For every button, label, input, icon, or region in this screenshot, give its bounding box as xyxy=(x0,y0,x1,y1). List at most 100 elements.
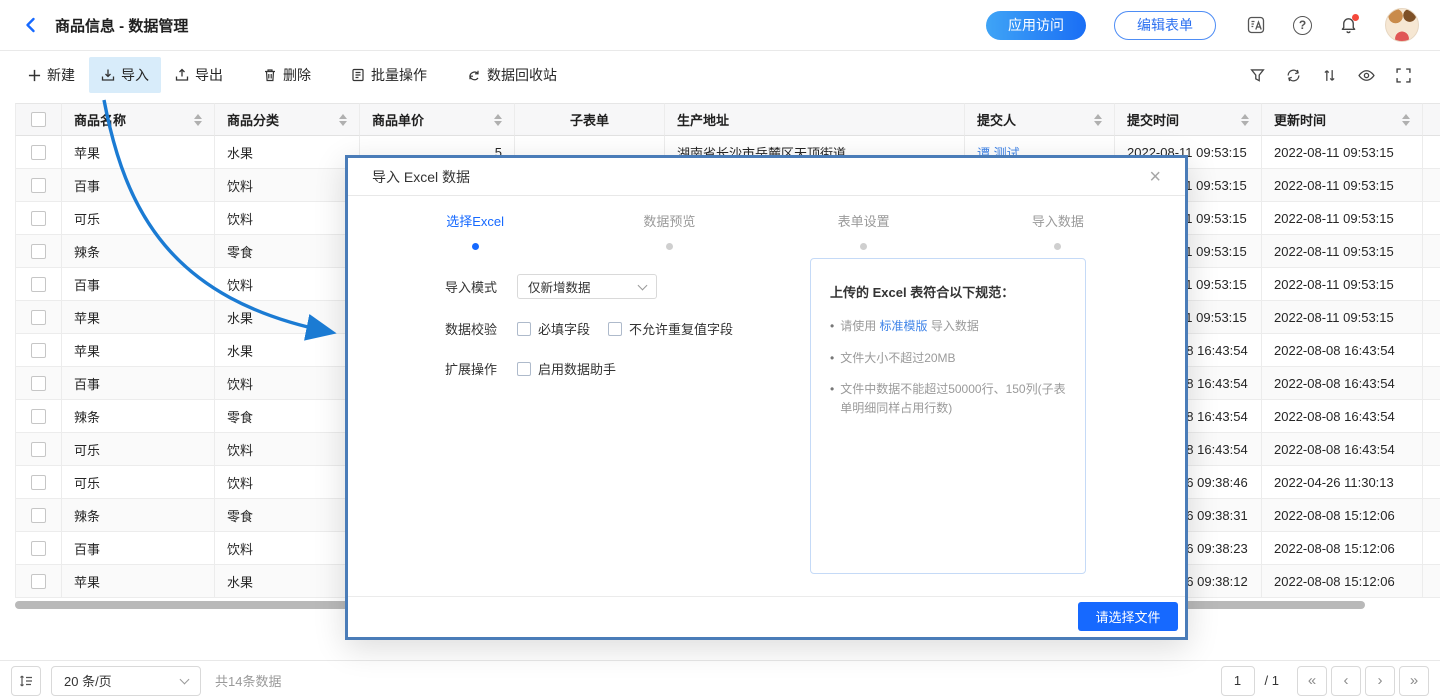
row-checkbox[interactable] xyxy=(31,277,46,292)
cell-product-category: 水果 xyxy=(215,334,360,367)
language-icon[interactable] xyxy=(1246,15,1266,35)
last-page-button[interactable]: » xyxy=(1399,666,1429,696)
cell-product-name: 可乐 xyxy=(62,202,215,235)
extension-label: 扩展操作 xyxy=(445,359,501,378)
import-button[interactable]: 导入 xyxy=(89,57,161,93)
trash-icon xyxy=(263,68,277,82)
import-steps: 选择Excel 数据预览 表单设置 导入数据 xyxy=(378,211,1155,250)
total-count: 共14条数据 xyxy=(215,671,281,690)
avatar[interactable] xyxy=(1385,8,1419,42)
header-product-category[interactable]: 商品分类 xyxy=(215,103,360,136)
recycle-icon xyxy=(467,68,481,82)
next-page-button[interactable]: › xyxy=(1365,666,1395,696)
row-checkbox[interactable] xyxy=(31,409,46,424)
row-checkbox[interactable] xyxy=(31,244,46,259)
row-select-cell xyxy=(15,499,62,532)
prev-page-button[interactable]: ‹ xyxy=(1331,666,1361,696)
cell-product-category: 饮料 xyxy=(215,433,360,466)
batch-actions-button[interactable]: 批量操作 xyxy=(339,57,439,93)
refresh-icon[interactable] xyxy=(1286,68,1301,83)
header-product-price[interactable]: 商品单价 xyxy=(360,103,515,136)
cell-product-name: 百事 xyxy=(62,169,215,202)
import-mode-select[interactable]: 仅新增数据 xyxy=(517,274,657,299)
close-icon[interactable]: × xyxy=(1149,167,1161,187)
header-submitter[interactable]: 提交人 xyxy=(965,103,1115,136)
cell-update-time: 2022-08-11 09:53:15 xyxy=(1262,301,1423,334)
filter-icon[interactable] xyxy=(1250,68,1265,83)
step-form-settings[interactable]: 表单设置 xyxy=(767,211,961,250)
row-select-cell xyxy=(15,235,62,268)
row-checkbox[interactable] xyxy=(31,541,46,556)
cell-filler xyxy=(1423,499,1440,532)
row-checkbox[interactable] xyxy=(31,343,46,358)
row-height-icon xyxy=(18,673,34,689)
app-access-button[interactable]: 应用访问 xyxy=(986,11,1086,40)
row-checkbox[interactable] xyxy=(31,211,46,226)
cell-product-name: 辣条 xyxy=(62,400,215,433)
cell-product-category: 水果 xyxy=(215,136,360,169)
cell-filler xyxy=(1423,400,1440,433)
header-production-address[interactable]: 生产地址 xyxy=(665,103,965,136)
cell-product-category: 饮料 xyxy=(215,466,360,499)
row-checkbox[interactable] xyxy=(31,145,46,160)
step-import-data[interactable]: 导入数据 xyxy=(961,211,1155,250)
select-file-button[interactable]: 请选择文件 xyxy=(1078,602,1178,631)
row-checkbox[interactable] xyxy=(31,310,46,325)
rule-row-limit: •文件中数据不能超过50000行、150列(子表单明细同样占用行数) xyxy=(830,380,1066,417)
delete-button[interactable]: 删除 xyxy=(251,57,323,93)
header-product-name[interactable]: 商品名称 xyxy=(62,103,215,136)
sort-icon[interactable] xyxy=(1088,114,1102,126)
step-select-excel[interactable]: 选择Excel xyxy=(378,211,572,250)
recycle-bin-button[interactable]: 数据回收站 xyxy=(455,57,569,93)
cell-product-category: 零食 xyxy=(215,499,360,532)
cell-filler xyxy=(1423,334,1440,367)
page-size-select[interactable]: 20 条/页 xyxy=(51,666,201,696)
cell-update-time: 2022-08-08 16:43:54 xyxy=(1262,400,1423,433)
sort-icon[interactable] xyxy=(333,114,347,126)
select-all-checkbox[interactable] xyxy=(31,112,46,127)
plus-icon xyxy=(28,69,41,82)
sort-icon[interactable] xyxy=(1396,114,1410,126)
step-data-preview[interactable]: 数据预览 xyxy=(572,211,766,250)
cell-update-time: 2022-08-08 16:43:54 xyxy=(1262,334,1423,367)
sort-icon[interactable] xyxy=(188,114,202,126)
header-update-time[interactable]: 更新时间 xyxy=(1262,103,1423,136)
row-checkbox[interactable] xyxy=(31,442,46,457)
new-button[interactable]: 新建 xyxy=(16,57,87,93)
cell-filler xyxy=(1423,466,1440,499)
row-height-settings-button[interactable] xyxy=(11,666,41,696)
cell-product-name: 可乐 xyxy=(62,433,215,466)
required-fields-checkbox[interactable] xyxy=(517,322,531,336)
cell-product-category: 零食 xyxy=(215,400,360,433)
notification-bell-icon[interactable] xyxy=(1339,16,1358,35)
cell-product-name: 苹果 xyxy=(62,334,215,367)
sort-icon[interactable] xyxy=(488,114,502,126)
help-icon[interactable]: ? xyxy=(1293,16,1312,35)
export-button[interactable]: 导出 xyxy=(163,57,235,93)
visibility-eye-icon[interactable] xyxy=(1358,69,1375,82)
sort-icon[interactable] xyxy=(1235,114,1249,126)
back-icon[interactable] xyxy=(21,15,41,35)
data-validation-label: 数据校验 xyxy=(445,319,501,338)
row-checkbox[interactable] xyxy=(31,376,46,391)
cell-product-name: 百事 xyxy=(62,532,215,565)
header-subform[interactable]: 子表单 xyxy=(515,103,665,136)
data-assistant-checkbox[interactable] xyxy=(517,362,531,376)
cell-product-category: 饮料 xyxy=(215,367,360,400)
cell-product-name: 百事 xyxy=(62,268,215,301)
notification-dot xyxy=(1352,14,1359,21)
row-checkbox[interactable] xyxy=(31,508,46,523)
row-checkbox[interactable] xyxy=(31,475,46,490)
standard-template-link[interactable]: 标准模版 xyxy=(880,319,928,333)
page-number-input[interactable] xyxy=(1221,666,1255,696)
sort-order-icon[interactable] xyxy=(1322,68,1337,83)
row-checkbox[interactable] xyxy=(31,178,46,193)
first-page-button[interactable]: « xyxy=(1297,666,1327,696)
edit-form-button[interactable]: 编辑表单 xyxy=(1114,11,1216,40)
fullscreen-icon[interactable] xyxy=(1396,68,1411,83)
row-checkbox[interactable] xyxy=(31,574,46,589)
no-duplicate-checkbox[interactable] xyxy=(608,322,622,336)
header-submit-time[interactable]: 提交时间 xyxy=(1115,103,1262,136)
row-select-cell xyxy=(15,367,62,400)
cell-product-category: 饮料 xyxy=(215,532,360,565)
